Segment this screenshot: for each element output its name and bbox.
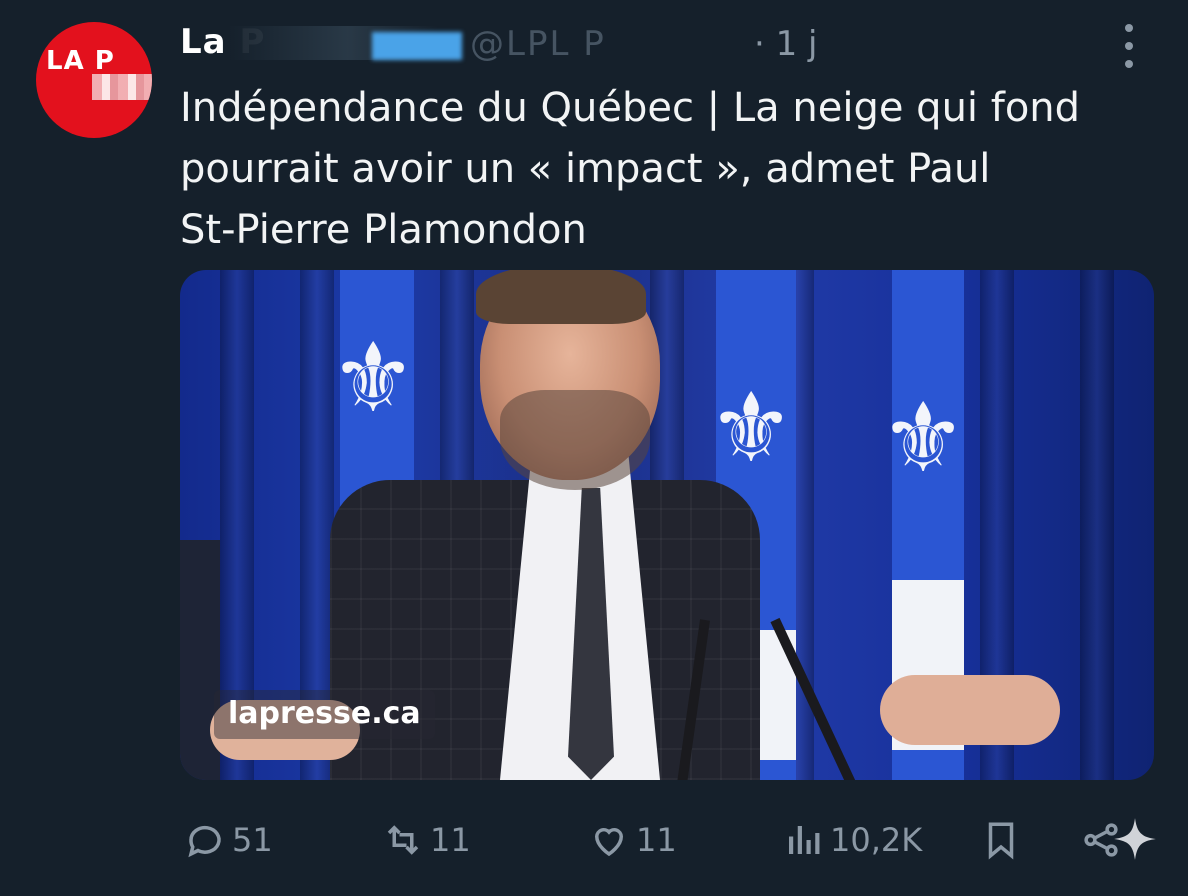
- views-button[interactable]: 10,2K: [782, 812, 922, 868]
- tweet-card[interactable]: LA P La P @LPL P · 1 j Indépendance du Q…: [0, 0, 1188, 896]
- avatar[interactable]: LA P: [36, 22, 152, 138]
- tweet-text: Indépendance du Québec | La neige qui fo…: [180, 78, 1140, 261]
- right-hand: [880, 675, 1060, 745]
- tweet-text-line: pourrait avoir un « impact », admet Paul: [180, 146, 991, 192]
- link-preview-image[interactable]: ⚜ ⚜ ⚜ lapresse.ca: [180, 270, 1154, 780]
- tweet-text-line: Indépendance du Québec | La neige qui fo…: [180, 85, 1081, 131]
- hair: [476, 270, 646, 324]
- repost-button[interactable]: 11: [382, 812, 471, 868]
- repost-icon: [387, 825, 419, 855]
- bookmark-icon: [988, 822, 1014, 860]
- avatar-pixelated-area: [92, 74, 152, 100]
- reply-count: 51: [232, 821, 273, 859]
- more-vertical-icon[interactable]: [1118, 24, 1140, 68]
- comment-icon: [188, 825, 221, 858]
- heart-icon: [594, 828, 624, 857]
- beard: [500, 390, 650, 490]
- redacted-badge: [372, 32, 462, 60]
- avatar-logo-text: LA P: [46, 46, 115, 76]
- tweet-header: La P @LPL P · 1 j: [180, 20, 1140, 64]
- tweet-text-line: St-Pierre Plamondon: [180, 207, 587, 253]
- bar-chart-icon: [789, 826, 820, 854]
- sparkle-icon: [1114, 818, 1156, 860]
- reply-button[interactable]: 51: [184, 812, 273, 868]
- repost-count: 11: [430, 821, 471, 859]
- bookmark-button[interactable]: [980, 812, 1028, 868]
- like-button[interactable]: 11: [588, 812, 677, 868]
- author-handle[interactable]: @LPL P: [470, 24, 606, 64]
- like-count: 11: [636, 821, 677, 859]
- action-bar: 51 11 11 10,2K: [180, 812, 1160, 868]
- timestamp[interactable]: · 1 j: [754, 24, 818, 64]
- view-count: 10,2K: [830, 821, 923, 859]
- link-domain[interactable]: lapresse.ca: [214, 690, 435, 739]
